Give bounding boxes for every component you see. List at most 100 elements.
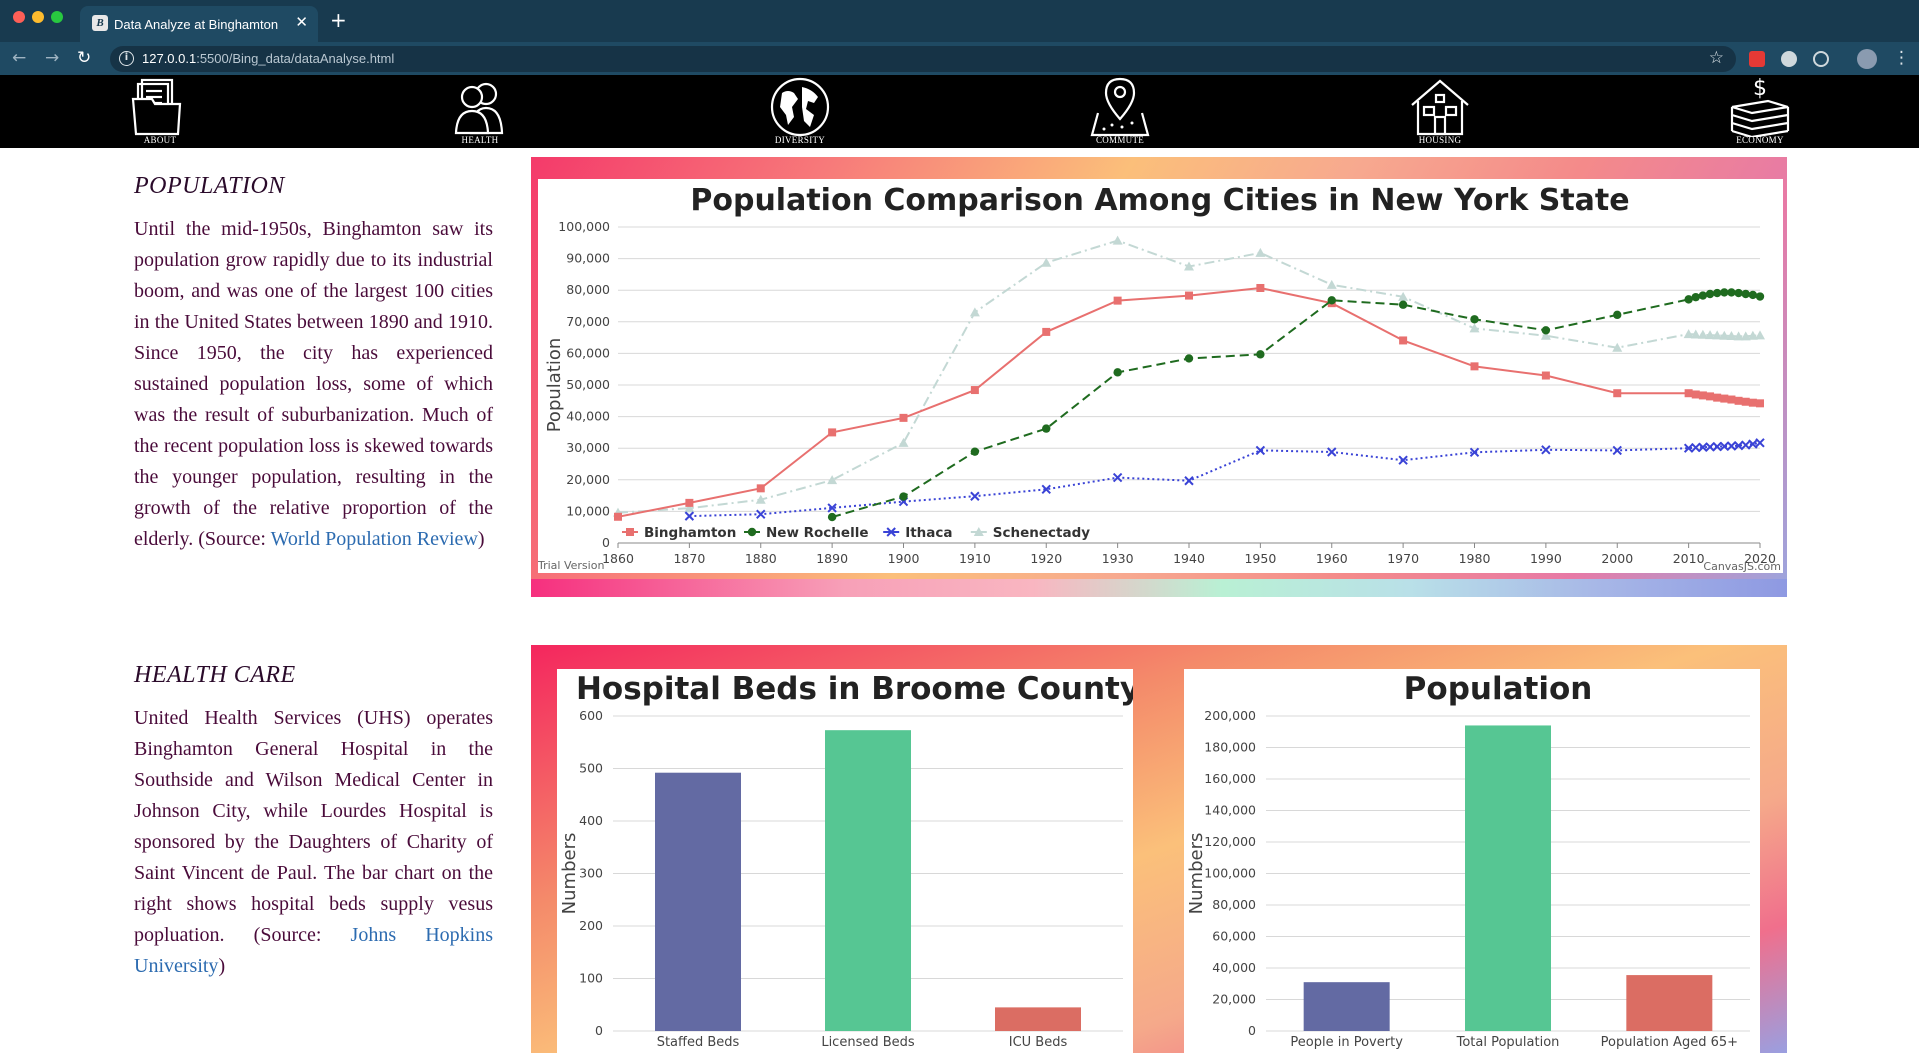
data-point-new-rochelle-2018 xyxy=(1741,289,1750,299)
bookmark-star-icon[interactable]: ☆ xyxy=(1709,48,1724,68)
x-tick-label-1970: 1970 xyxy=(1387,551,1419,566)
population-chart-panel: Population Comparison Among Cities in Ne… xyxy=(537,179,1783,573)
new-tab-button[interactable]: + xyxy=(330,10,347,30)
data-point-ithaca-2000 xyxy=(1612,445,1622,456)
data-point-ithaca-1910 xyxy=(970,491,980,501)
globe-icon xyxy=(770,77,830,137)
data-point-schenectady-1900 xyxy=(898,437,909,447)
tab-title: Data Analyze at Binghamton xyxy=(114,17,279,32)
data-point-binghamton-2014 xyxy=(1713,393,1722,402)
nav-commute-label: COMMUTE xyxy=(1095,135,1145,145)
pop-y-tick-label-7: 140,000 xyxy=(1204,803,1256,818)
data-point-new-rochelle-2014 xyxy=(1712,288,1722,298)
nav-health-label: HEALTH xyxy=(461,135,499,145)
data-point-new-rochelle-2020 xyxy=(1755,292,1765,301)
x-tick-label-1920: 1920 xyxy=(1030,551,1062,566)
browser-toolbar: ← → ↻ i 127.0.0.1:5500/Bing_data/dataAna… xyxy=(0,42,1919,75)
y-tick-label-3: 30,000 xyxy=(566,440,610,455)
beds-x-label-licensed-beds: Licensed Beds xyxy=(821,1035,915,1050)
y-tick-label-2: 20,000 xyxy=(566,472,610,487)
data-point-new-rochelle-1980 xyxy=(1470,315,1479,324)
extension-red-icon[interactable] xyxy=(1749,51,1765,67)
data-point-binghamton-1900 xyxy=(899,413,908,422)
population-bar-chart-panel: Population 0 20,000 40,000 60,000 80,000 100,0… xyxy=(1184,669,1760,1053)
data-point-binghamton-2000 xyxy=(1613,389,1622,398)
nav-diversity-label: DIVERSITY xyxy=(774,135,826,145)
nav-commute[interactable]: COMMUTE xyxy=(1060,75,1180,148)
data-point-binghamton-2012 xyxy=(1698,391,1707,400)
legend-item-schenectady: Schenectady xyxy=(993,525,1090,541)
source-link-world-population-review[interactable]: World Population Review xyxy=(271,528,478,550)
beds-bar-licensed-beds xyxy=(825,730,911,1031)
pop-bar-people-in-poverty xyxy=(1303,982,1390,1031)
hospital-beds-chart-panel: Hospital Beds in Broome County 0 100 200 300… xyxy=(557,669,1140,1053)
data-point-binghamton-2020 xyxy=(1756,399,1764,408)
nav-about[interactable]: ABOUT xyxy=(100,75,220,148)
population-text: Until the mid-1950s, Binghamton saw its … xyxy=(134,218,493,550)
y-tick-label-9: 90,000 xyxy=(566,251,610,266)
pop-y-axis-title: Numbers xyxy=(1186,833,1207,915)
data-point-binghamton-2016 xyxy=(1727,395,1736,404)
data-point-ithaca-1990 xyxy=(1541,445,1551,455)
data-point-new-rochelle-1940 xyxy=(1184,354,1194,363)
x-tick-label-1870: 1870 xyxy=(673,551,705,566)
data-point-binghamton-1980 xyxy=(1470,362,1479,371)
browser-menu-icon[interactable]: ⋮ xyxy=(1893,49,1910,67)
population-text-tail: ) xyxy=(477,528,485,550)
data-point-binghamton-1990 xyxy=(1541,371,1550,380)
y-tick-label-6: 60,000 xyxy=(566,345,610,360)
nav-economy[interactable]: $ ECONOMY xyxy=(1700,75,1820,148)
forward-arrow-icon[interactable]: → xyxy=(45,49,59,67)
health-title: HEALTH CARE xyxy=(134,662,296,688)
data-point-binghamton-1880 xyxy=(756,484,765,493)
data-point-binghamton-1950 xyxy=(1256,283,1265,292)
data-point-binghamton-1870 xyxy=(685,498,694,507)
data-point-new-rochelle-1990 xyxy=(1541,326,1551,335)
data-point-binghamton-2018 xyxy=(1741,397,1750,406)
data-point-ithaca-1940 xyxy=(1184,476,1194,486)
health-text-tail: ) xyxy=(218,955,226,977)
data-point-new-rochelle-1890 xyxy=(827,512,837,522)
extension-gear-icon[interactable] xyxy=(1813,51,1829,67)
reload-icon[interactable]: ↻ xyxy=(77,49,91,67)
data-point-schenectady-1910 xyxy=(969,307,980,317)
nav-health[interactable]: HEALTH xyxy=(420,75,540,148)
data-point-ithaca-1960 xyxy=(1327,447,1337,457)
pop-y-tick-label-6: 120,000 xyxy=(1204,834,1256,849)
data-point-new-rochelle-2017 xyxy=(1734,288,1743,298)
close-window-button[interactable] xyxy=(13,11,25,23)
x-tick-label-1890: 1890 xyxy=(816,551,848,566)
beds-x-label-staffed-beds: Staffed Beds xyxy=(657,1035,740,1050)
site-info-icon[interactable]: i xyxy=(119,51,134,66)
data-point-new-rochelle-2019 xyxy=(1748,290,1758,300)
pop-y-tick-label-2: 40,000 xyxy=(1212,960,1256,975)
series-binghamton xyxy=(614,283,1764,521)
x-tick-label-1900: 1900 xyxy=(888,551,920,566)
canvasjs-watermark: CanvasJS.com xyxy=(1703,560,1781,573)
browser-tab[interactable]: B Data Analyze at Binghamton ✕ xyxy=(80,6,318,42)
data-point-new-rochelle-1900 xyxy=(899,492,908,501)
x-tick-label-2000: 2000 xyxy=(1601,551,1633,566)
data-point-binghamton-2013 xyxy=(1706,392,1715,401)
data-point-ithaca-1930 xyxy=(1112,472,1123,483)
nav-housing[interactable]: HOUSING xyxy=(1380,75,1500,148)
minimize-window-button[interactable] xyxy=(32,11,44,23)
nav-about-label: ABOUT xyxy=(143,135,177,145)
beds-chart-title: Hospital Beds in Broome County xyxy=(576,671,1133,707)
y-tick-label-7: 70,000 xyxy=(566,314,610,329)
data-point-binghamton-1910 xyxy=(970,386,979,395)
maximize-window-button[interactable] xyxy=(51,11,63,23)
site-navigation: ABOUT HEALTH DIVERSITY COMMUTE HOUSING $… xyxy=(0,75,1919,148)
data-point-new-rochelle-2013 xyxy=(1705,289,1715,299)
address-bar[interactable]: i 127.0.0.1:5500/Bing_data/dataAnalyse.h… xyxy=(110,46,1736,72)
back-arrow-icon[interactable]: ← xyxy=(12,49,26,67)
close-tab-icon[interactable]: ✕ xyxy=(295,15,308,31)
legend-marker-new-rochelle xyxy=(747,527,757,537)
beds-y-axis-title: Numbers xyxy=(559,833,580,915)
data-point-new-rochelle-2011 xyxy=(1691,292,1700,302)
beds-bar-staffed-beds xyxy=(655,772,741,1031)
extension-circle-icon[interactable] xyxy=(1781,51,1797,67)
nav-diversity[interactable]: DIVERSITY xyxy=(740,75,860,148)
x-tick-label-1880: 1880 xyxy=(745,551,777,566)
profile-avatar[interactable] xyxy=(1857,49,1877,69)
